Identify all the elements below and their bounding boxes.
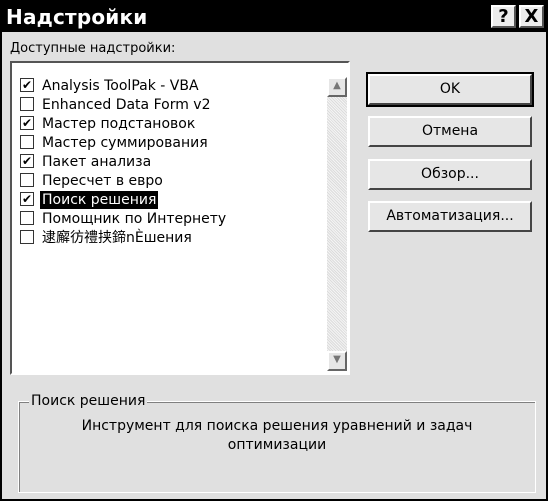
addin-item-internet-assistant[interactable]: Помощник по Интернету <box>14 210 332 229</box>
close-button[interactable]: X <box>519 5 544 28</box>
help-button[interactable]: ? <box>491 5 516 28</box>
cancel-button[interactable]: Отмена <box>368 116 532 147</box>
scroll-down-arrow-icon[interactable]: ▼ <box>327 351 347 371</box>
addin-item-euro-conversion[interactable]: Пересчет в евро <box>14 172 332 191</box>
checkbox[interactable]: ✔ <box>20 116 34 130</box>
dialog-title: Надстройки <box>6 5 148 29</box>
addin-item-solver[interactable]: ✔ Поиск решения <box>14 191 332 210</box>
checkbox[interactable] <box>20 173 34 187</box>
addin-label: Enhanced Data Form v2 <box>42 97 211 113</box>
title-bar[interactable]: Надстройки ? X <box>2 2 546 32</box>
addins-list: ✔ Analysis ToolPak - VBA Enhanced Data F… <box>14 77 332 248</box>
checkbox[interactable] <box>20 230 34 244</box>
description-group: Поиск решения Инструмент для поиска реше… <box>18 393 536 493</box>
addins-dialog: Надстройки ? X Доступные надстройки: ✔ A… <box>0 0 548 501</box>
addin-item-garbled[interactable]: 逮廨彷禮挟鍗nÈшения <box>14 229 332 248</box>
checkbox[interactable]: ✔ <box>20 192 34 206</box>
checkbox[interactable] <box>20 97 34 111</box>
addin-label: Пакет анализа <box>42 154 152 170</box>
addin-item-analysis-toolpak-vba[interactable]: ✔ Analysis ToolPak - VBA <box>14 77 332 96</box>
addin-label: Мастер подстановок <box>42 116 196 132</box>
vertical-scrollbar[interactable]: ▲ ▼ <box>327 77 347 371</box>
checkbox[interactable] <box>20 135 34 149</box>
scroll-up-arrow-icon[interactable]: ▲ <box>327 77 347 97</box>
addin-label: 逮廨彷禮挟鍗nÈшения <box>42 230 192 246</box>
addin-label: Поиск решения <box>40 191 159 209</box>
description-text: Инструмент для поиска решения уравнений … <box>81 418 473 453</box>
addin-item-analysis-toolpak[interactable]: ✔ Пакет анализа <box>14 153 332 172</box>
checkbox[interactable]: ✔ <box>20 154 34 168</box>
addin-label: Мастер суммирования <box>42 135 208 151</box>
available-addins-label: Доступные надстройки: <box>10 41 176 56</box>
description-title: Поиск решения <box>29 393 148 409</box>
addin-item-enhanced-data-form[interactable]: Enhanced Data Form v2 <box>14 96 332 115</box>
addin-label: Помощник по Интернету <box>42 211 227 227</box>
ok-button[interactable]: OK <box>366 72 534 107</box>
addin-label: Analysis ToolPak - VBA <box>42 78 199 94</box>
addins-listbox[interactable]: ✔ Analysis ToolPak - VBA Enhanced Data F… <box>10 61 350 375</box>
automation-button[interactable]: Автоматизация... <box>368 201 532 232</box>
checkbox[interactable] <box>20 211 34 225</box>
checkbox[interactable]: ✔ <box>20 78 34 92</box>
browse-button[interactable]: Обзор... <box>368 159 532 190</box>
addin-item-lookup-wizard[interactable]: ✔ Мастер подстановок <box>14 115 332 134</box>
addin-item-sum-wizard[interactable]: Мастер суммирования <box>14 134 332 153</box>
addin-label: Пересчет в евро <box>42 173 163 189</box>
